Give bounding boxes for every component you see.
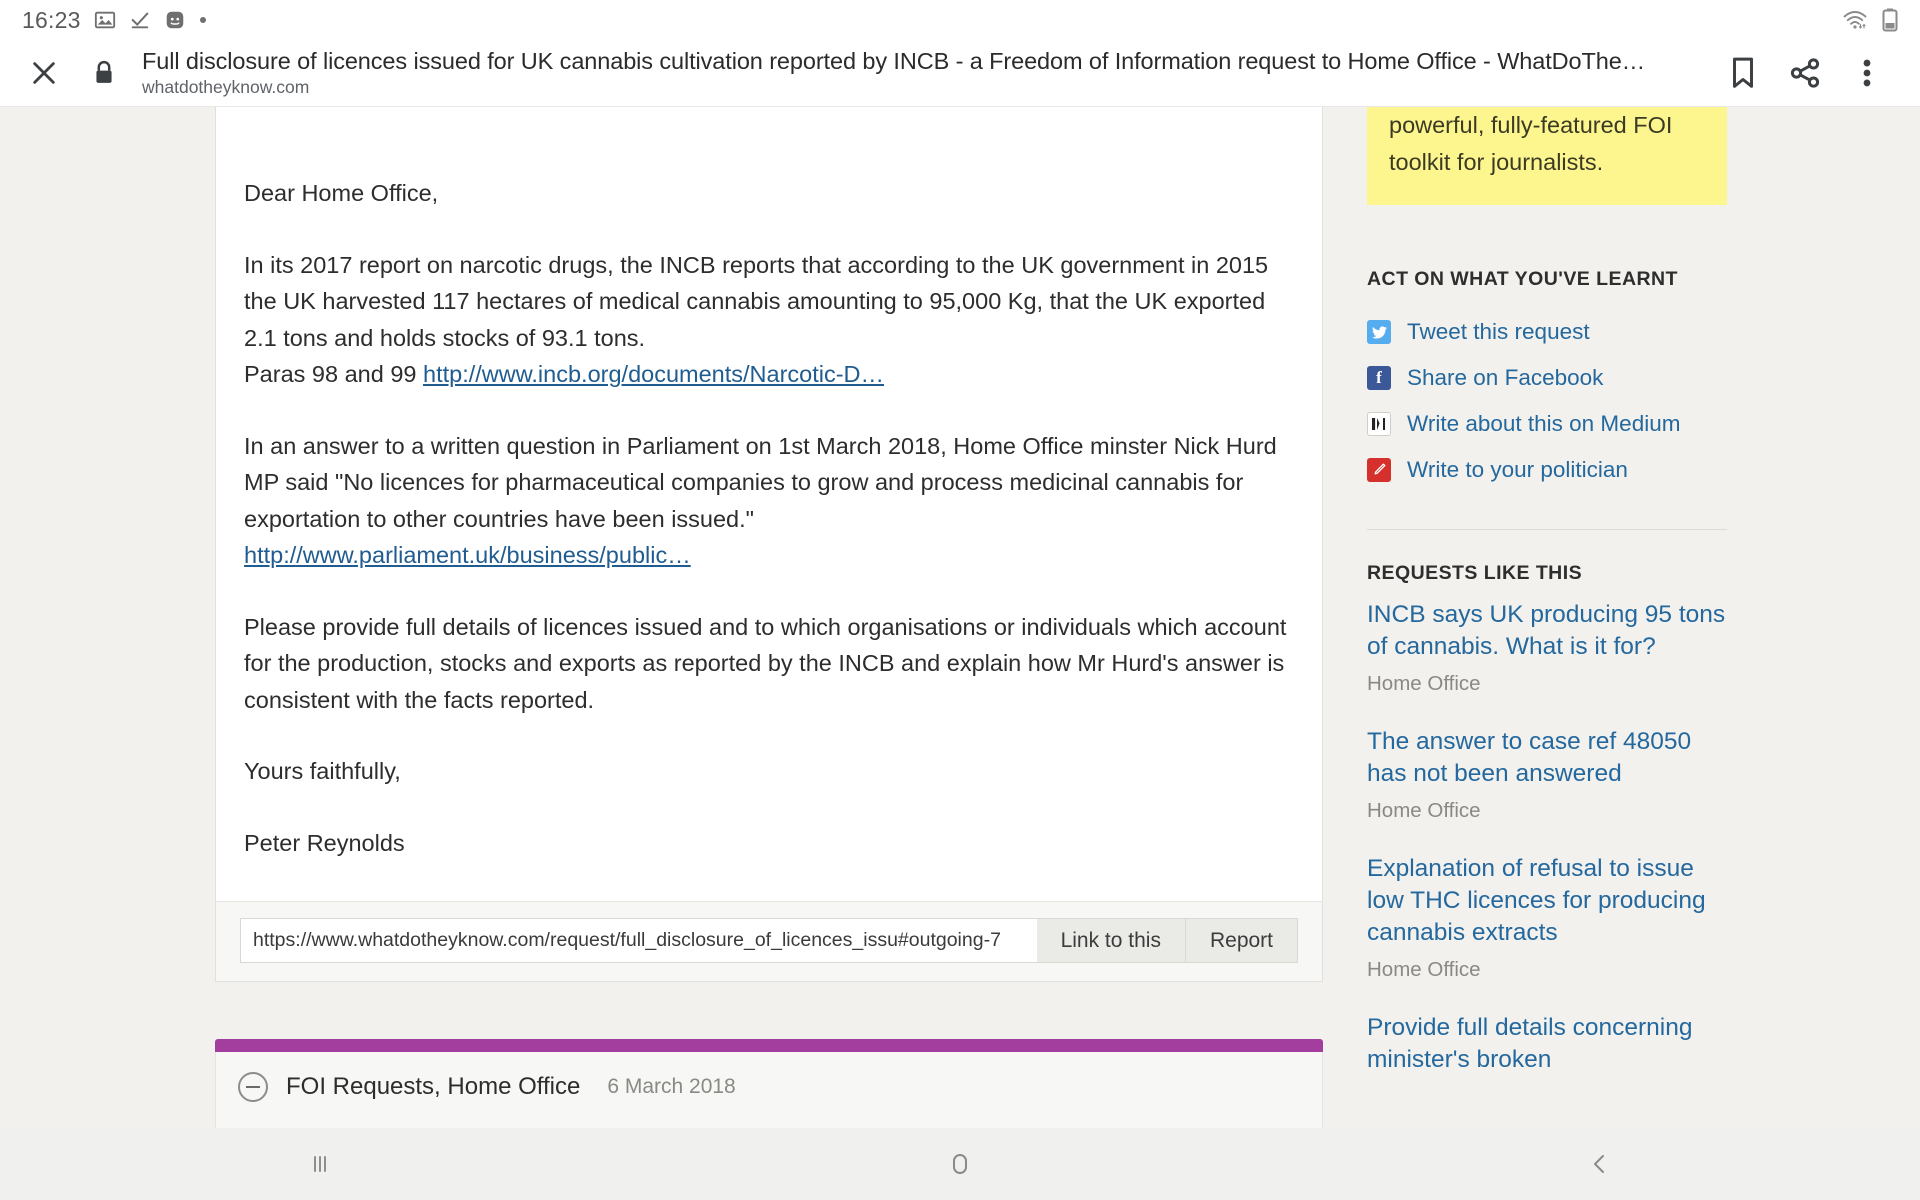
request-authority: Home Office <box>1367 672 1481 695</box>
share-icon <box>1790 58 1820 88</box>
report-button[interactable]: Report <box>1185 918 1298 963</box>
back-button[interactable] <box>1280 1128 1920 1200</box>
collapse-icon[interactable] <box>238 1072 268 1102</box>
request-authority: Home Office <box>1367 799 1481 822</box>
permalink-input[interactable]: https://www.whatdotheyknow.com/request/f… <box>240 918 1037 963</box>
action-label: Write about this on Medium <box>1407 411 1681 436</box>
status-clock: 16:23 <box>22 6 81 33</box>
browser-toolbar: Full disclosure of licences issued for U… <box>0 40 1920 107</box>
share-button[interactable] <box>1774 45 1836 101</box>
next-correspondence-block: FOI Requests, Home Office 6 March 2018 <box>215 1039 1323 1128</box>
overflow-menu-icon <box>1863 59 1871 87</box>
back-icon <box>1594 1155 1604 1173</box>
writetothem-pencil-icon <box>1367 458 1391 482</box>
wifi-icon <box>1842 9 1868 31</box>
page-title: Full disclosure of licences issued for U… <box>142 47 1646 74</box>
medium-icon <box>1367 412 1391 436</box>
image-icon <box>94 9 116 31</box>
action-label: Write to your politician <box>1407 457 1628 482</box>
close-icon <box>33 62 55 84</box>
link-to-this-button[interactable]: Link to this <box>1036 918 1186 963</box>
correspondence-date: 6 March 2018 <box>607 1075 736 1098</box>
act-on-learnt-heading: ACT ON WHAT YOU'VE LEARNT <box>1367 268 1678 290</box>
battery-icon <box>1882 8 1898 32</box>
action-share-on-facebook[interactable]: f Share on Facebook <box>1367 355 1727 401</box>
request-title[interactable]: INCB says UK producing 95 tons of cannab… <box>1367 599 1727 663</box>
paragraph-text: In its 2017 report on narcotic drugs, th… <box>244 251 1269 351</box>
parliament-business-link[interactable]: http://www.parliament.uk/business/public… <box>244 542 691 568</box>
home-button[interactable] <box>640 1128 1280 1200</box>
action-write-to-politician[interactable]: Write to your politician <box>1367 447 1727 493</box>
list-item[interactable]: INCB says UK producing 95 tons of cannab… <box>1367 599 1727 696</box>
main-column: Dear Home Office, In its 2017 report on … <box>215 107 1323 1128</box>
requests-like-this-heading: REQUESTS LIKE THIS <box>1367 562 1583 584</box>
more-dot-icon <box>199 16 207 24</box>
action-tweet-this-request[interactable]: Tweet this request <box>1367 309 1727 355</box>
action-write-on-medium[interactable]: Write about this on Medium <box>1367 401 1727 447</box>
action-list: Tweet this request f Share on Facebook W… <box>1367 309 1727 493</box>
url-title-block[interactable]: Full disclosure of licences issued for U… <box>142 48 1712 99</box>
recents-button[interactable] <box>0 1128 640 1200</box>
bookmark-button[interactable] <box>1712 45 1774 101</box>
message-paragraph-parliament: In an answer to a written question in Pa… <box>244 428 1288 574</box>
sidebar: powerful, fully-featured FOI toolkit for… <box>1367 107 1727 1106</box>
sidebar-divider <box>1367 529 1727 530</box>
correspondence-card: Dear Home Office, In its 2017 report on … <box>215 107 1323 982</box>
download-complete-icon <box>129 9 151 31</box>
request-authority: Home Office <box>1367 958 1481 981</box>
incb-document-link[interactable]: http://www.incb.org/documents/Narcotic-D… <box>423 361 884 387</box>
action-label: Tweet this request <box>1407 319 1590 344</box>
status-bar-right <box>1842 8 1898 32</box>
promo-banner: powerful, fully-featured FOI toolkit for… <box>1367 107 1727 205</box>
message-paragraph-signoff: Yours faithfully, <box>244 758 401 784</box>
message-paragraph-signature: Peter Reynolds <box>244 829 405 856</box>
status-bar-left: 16:23 <box>22 7 207 34</box>
message-footer: https://www.whatdotheyknow.com/request/f… <box>216 901 1322 981</box>
recents-icon <box>314 1156 326 1172</box>
app-notification-icon <box>164 9 186 31</box>
lock-icon <box>96 60 112 83</box>
list-item[interactable]: Provide full details concerning minister… <box>1367 1012 1727 1076</box>
status-bar: 16:23 <box>0 0 1920 40</box>
correspondence-accent-bar <box>215 1039 1323 1052</box>
site-security-button[interactable] <box>82 47 126 99</box>
list-item[interactable]: The answer to case ref 48050 has not bee… <box>1367 726 1727 823</box>
similar-requests-list: INCB says UK producing 95 tons of cannab… <box>1367 599 1727 1076</box>
bookmark-icon <box>1733 57 1753 88</box>
message-paragraph-greeting: Dear Home Office, <box>244 180 439 206</box>
twitter-icon <box>1367 320 1391 344</box>
request-title[interactable]: Explanation of refusal to issue low THC … <box>1367 853 1727 949</box>
promo-text: powerful, fully-featured FOI toolkit for… <box>1389 112 1673 175</box>
request-title[interactable]: Provide full details concerning minister… <box>1367 1012 1727 1076</box>
action-label: Share on Facebook <box>1407 365 1604 390</box>
paras-prefix: Paras 98 and 99 <box>244 361 423 387</box>
overflow-menu-button[interactable] <box>1836 45 1898 101</box>
paragraph-text: In an answer to a written question in Pa… <box>244 432 1277 532</box>
message-paragraph-request: Please provide full details of licences … <box>244 613 1287 713</box>
page-origin: whatdotheyknow.com <box>142 77 310 98</box>
facebook-icon: f <box>1367 366 1391 390</box>
list-item[interactable]: Explanation of refusal to issue low THC … <box>1367 853 1727 982</box>
home-icon <box>953 1154 967 1174</box>
web-content-viewport[interactable]: Dear Home Office, In its 2017 report on … <box>0 107 1920 1128</box>
correspondence-sender: FOI Requests, Home Office <box>286 1073 581 1100</box>
close-custom-tab-button[interactable] <box>18 47 70 99</box>
message-paragraph-incb-report: In its 2017 report on narcotic drugs, th… <box>244 247 1288 393</box>
system-navigation-bar <box>0 1128 1920 1200</box>
correspondence-header[interactable]: FOI Requests, Home Office 6 March 2018 <box>215 1052 1323 1128</box>
request-title[interactable]: The answer to case ref 48050 has not bee… <box>1367 726 1727 790</box>
message-body: Dear Home Office, In its 2017 report on … <box>216 107 1322 901</box>
